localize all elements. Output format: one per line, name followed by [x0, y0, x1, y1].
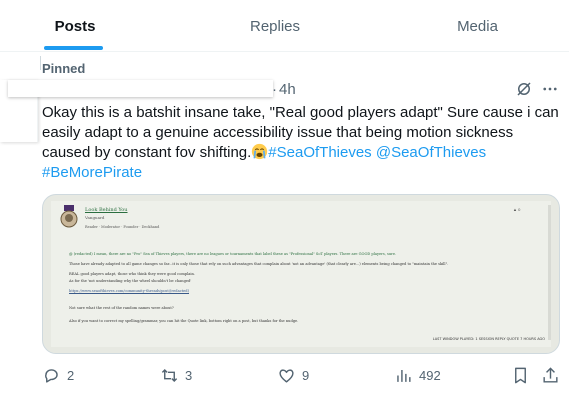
- tab-posts-label: Posts: [54, 17, 96, 35]
- crying-face-emoji-icon: [251, 143, 268, 160]
- forum-avatar: [59, 205, 79, 231]
- more-options-icon[interactable]: [541, 80, 559, 98]
- pinned-label: Pinned: [42, 61, 86, 76]
- forum-line: REAL good players adapt, those who think…: [69, 272, 195, 276]
- tab-replies[interactable]: Replies: [190, 0, 360, 52]
- forum-line: Those have already adapted to all game c…: [69, 262, 449, 266]
- forum-footer: LAST WINDOW PLAYED: 1 SESSION REPLY QUOT…: [432, 337, 545, 341]
- bookmark-icon: [515, 367, 526, 384]
- post-actions: 2 3 9 492: [0, 360, 569, 394]
- forum-line: Not sure what the rest of the random nam…: [69, 306, 174, 310]
- profile-tabs: Posts Replies Media: [0, 0, 569, 52]
- repost-button[interactable]: 3: [160, 366, 192, 385]
- view-count: 492: [419, 368, 441, 383]
- forum-rank: Vanguard: [85, 215, 105, 220]
- repost-count: 3: [185, 368, 193, 383]
- forum-body: @ (redacted) I mean, there are no "Pro" …: [69, 251, 539, 325]
- tab-media[interactable]: Media: [400, 0, 555, 52]
- hashtag-bemorepirate[interactable]: #BeMorePirate: [42, 164, 142, 181]
- forum-line: As for the 'not understanding why the wh…: [69, 279, 192, 283]
- views-button[interactable]: 492: [394, 366, 441, 385]
- forum-scrollbar: [548, 205, 551, 340]
- active-tab-indicator: [44, 46, 103, 50]
- post-media-image[interactable]: Look Behind You Vanguard Reader · Modera…: [42, 194, 560, 354]
- forum-line: Also if you want to correct my spelling/…: [69, 319, 299, 323]
- mention-seaofthieves[interactable]: @SeaOfThieves: [376, 144, 486, 161]
- reply-count: 2: [67, 368, 75, 383]
- share-button[interactable]: [541, 366, 560, 385]
- share-icon: [543, 367, 558, 383]
- bookmark-button[interactable]: [511, 366, 530, 385]
- author-name-redacted[interactable]: [8, 80, 273, 97]
- post-text: Okay this is a batshit insane take, "Rea…: [42, 103, 562, 183]
- views-icon: [397, 369, 411, 382]
- reply-icon: [45, 369, 58, 383]
- forum-line: @ (redacted) I mean, there are no "Pro" …: [69, 252, 397, 256]
- heart-icon: [279, 369, 294, 383]
- post-timestamp[interactable]: 4h: [279, 81, 296, 98]
- tab-media-label: Media: [457, 17, 498, 35]
- reply-button[interactable]: 2: [42, 366, 74, 385]
- grok-icon[interactable]: [515, 80, 533, 98]
- like-count: 9: [302, 368, 310, 383]
- hashtag-seaofthieves[interactable]: #SeaOfThieves: [268, 144, 371, 161]
- forum-vote: ▲ 0: [513, 207, 521, 212]
- thread-line: [40, 56, 41, 70]
- tab-posts[interactable]: Posts: [0, 0, 150, 52]
- tab-replies-label: Replies: [249, 17, 301, 35]
- like-button[interactable]: 9: [277, 366, 309, 385]
- forum-badges: Reader · Moderator · Founder · Deckhand: [85, 225, 160, 229]
- forum-screenshot: Look Behind You Vanguard Reader · Modera…: [51, 201, 551, 347]
- separator-dot: ·: [272, 81, 277, 98]
- forum-link: https://www.seaofthieves.com/community-t…: [69, 289, 190, 293]
- repost-icon: [161, 368, 178, 383]
- forum-username: Look Behind You: [85, 207, 128, 213]
